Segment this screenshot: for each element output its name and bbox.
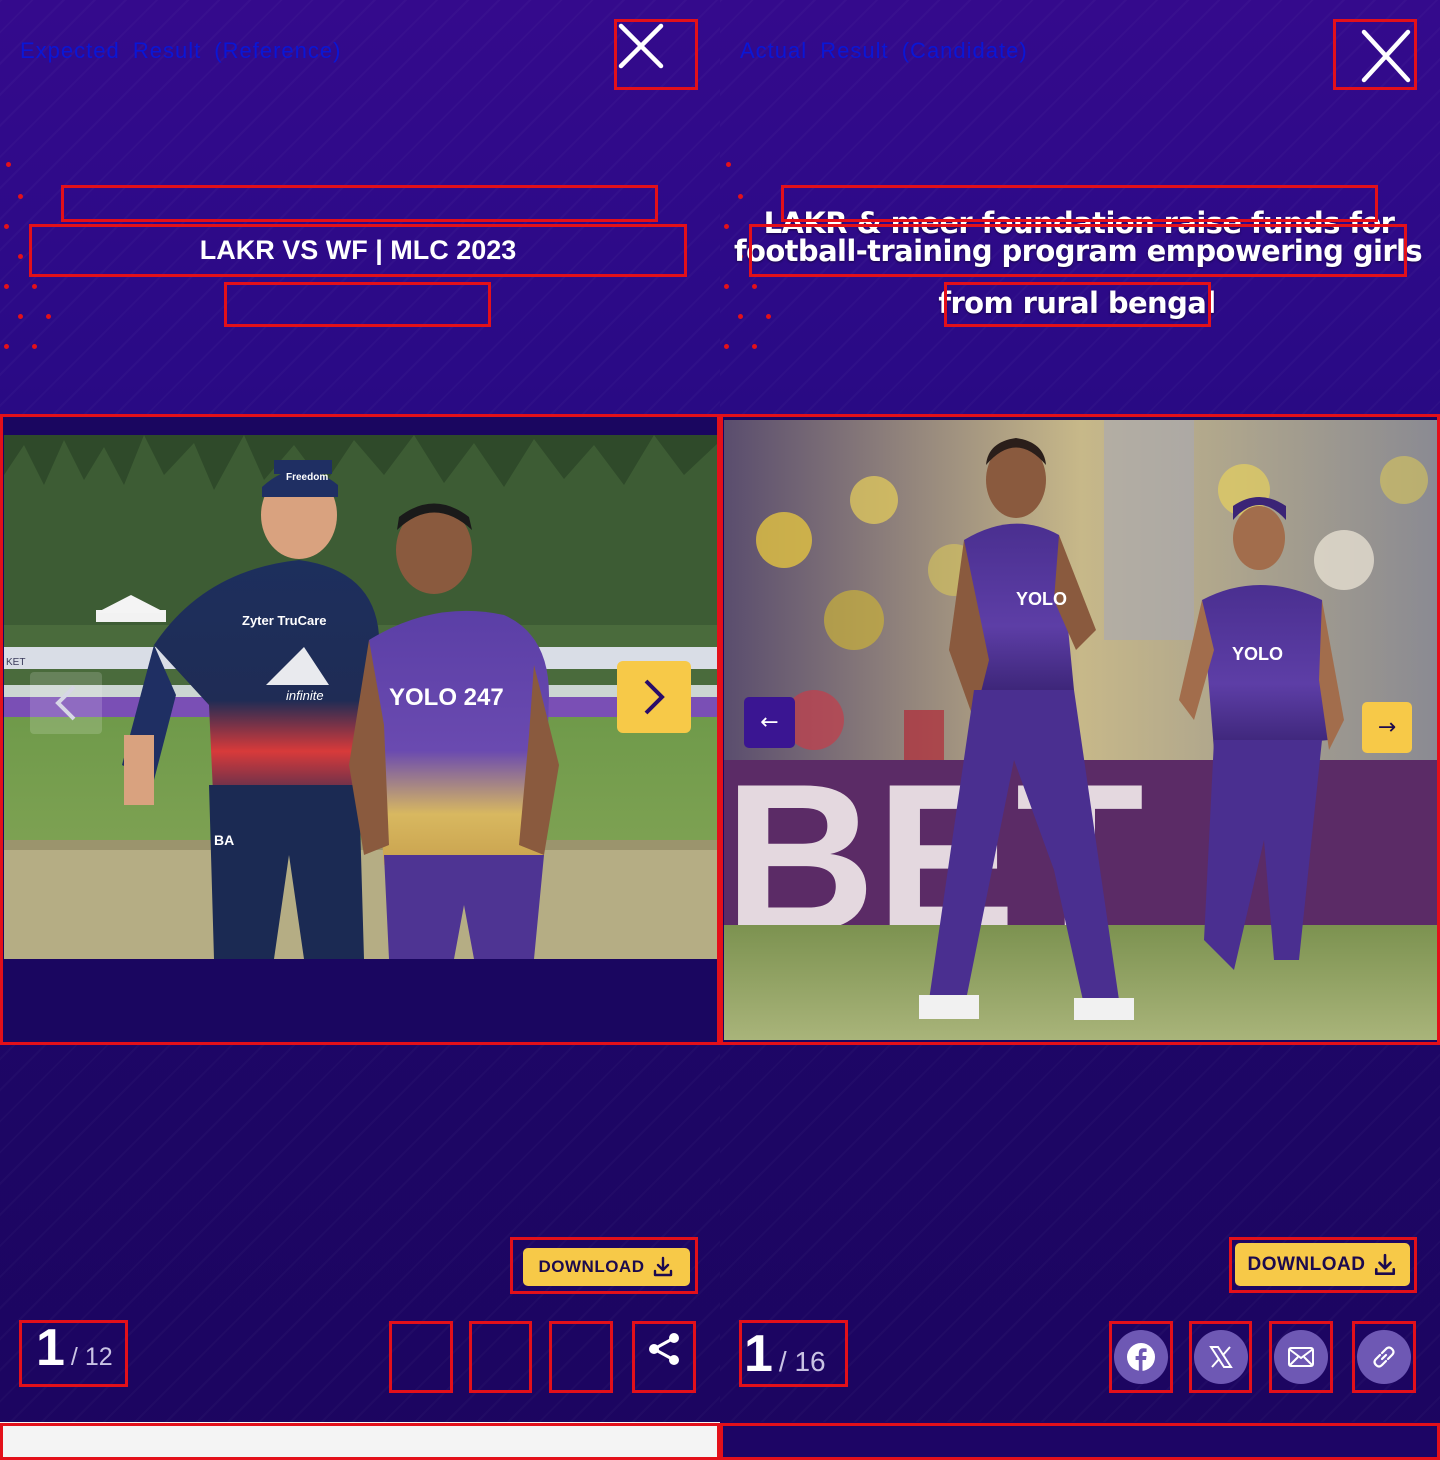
counter-highlight [19, 1320, 128, 1387]
reference-panel: Expected Result (Reference) LAKR VS WF |… [0, 0, 720, 1460]
title-highlight-2 [29, 224, 687, 277]
x-highlight [1189, 1321, 1252, 1393]
share-slot-3 [549, 1321, 613, 1393]
facebook-highlight [1109, 1321, 1173, 1393]
bottom-strip-highlight [720, 1423, 1440, 1460]
email-highlight [1269, 1321, 1333, 1393]
title-highlight-1 [781, 185, 1378, 222]
share-slot-1 [389, 1321, 453, 1393]
download-highlight [510, 1237, 698, 1294]
title-highlight-1 [61, 185, 658, 222]
slider-highlight [720, 414, 1440, 1045]
bottom-strip-highlight [0, 1423, 720, 1460]
slider-highlight [0, 414, 720, 1045]
candidate-label: Actual Result (Candidate) [740, 38, 1028, 63]
close-highlight [1333, 19, 1417, 90]
close-highlight [614, 19, 698, 90]
title-highlight-3 [224, 282, 491, 327]
share-slot-2 [469, 1321, 532, 1393]
title-highlight-2 [749, 224, 1407, 277]
candidate-panel: Actual Result (Candidate) LAKR & meer fo… [720, 0, 1440, 1460]
download-highlight [1229, 1237, 1417, 1293]
comparison-view: Expected Result (Reference) LAKR VS WF |… [0, 0, 1440, 1460]
share-highlight [632, 1321, 696, 1393]
title-highlight-3 [944, 282, 1211, 327]
link-highlight [1352, 1321, 1416, 1393]
reference-label: Expected Result (Reference) [20, 38, 342, 63]
counter-highlight [739, 1320, 848, 1387]
